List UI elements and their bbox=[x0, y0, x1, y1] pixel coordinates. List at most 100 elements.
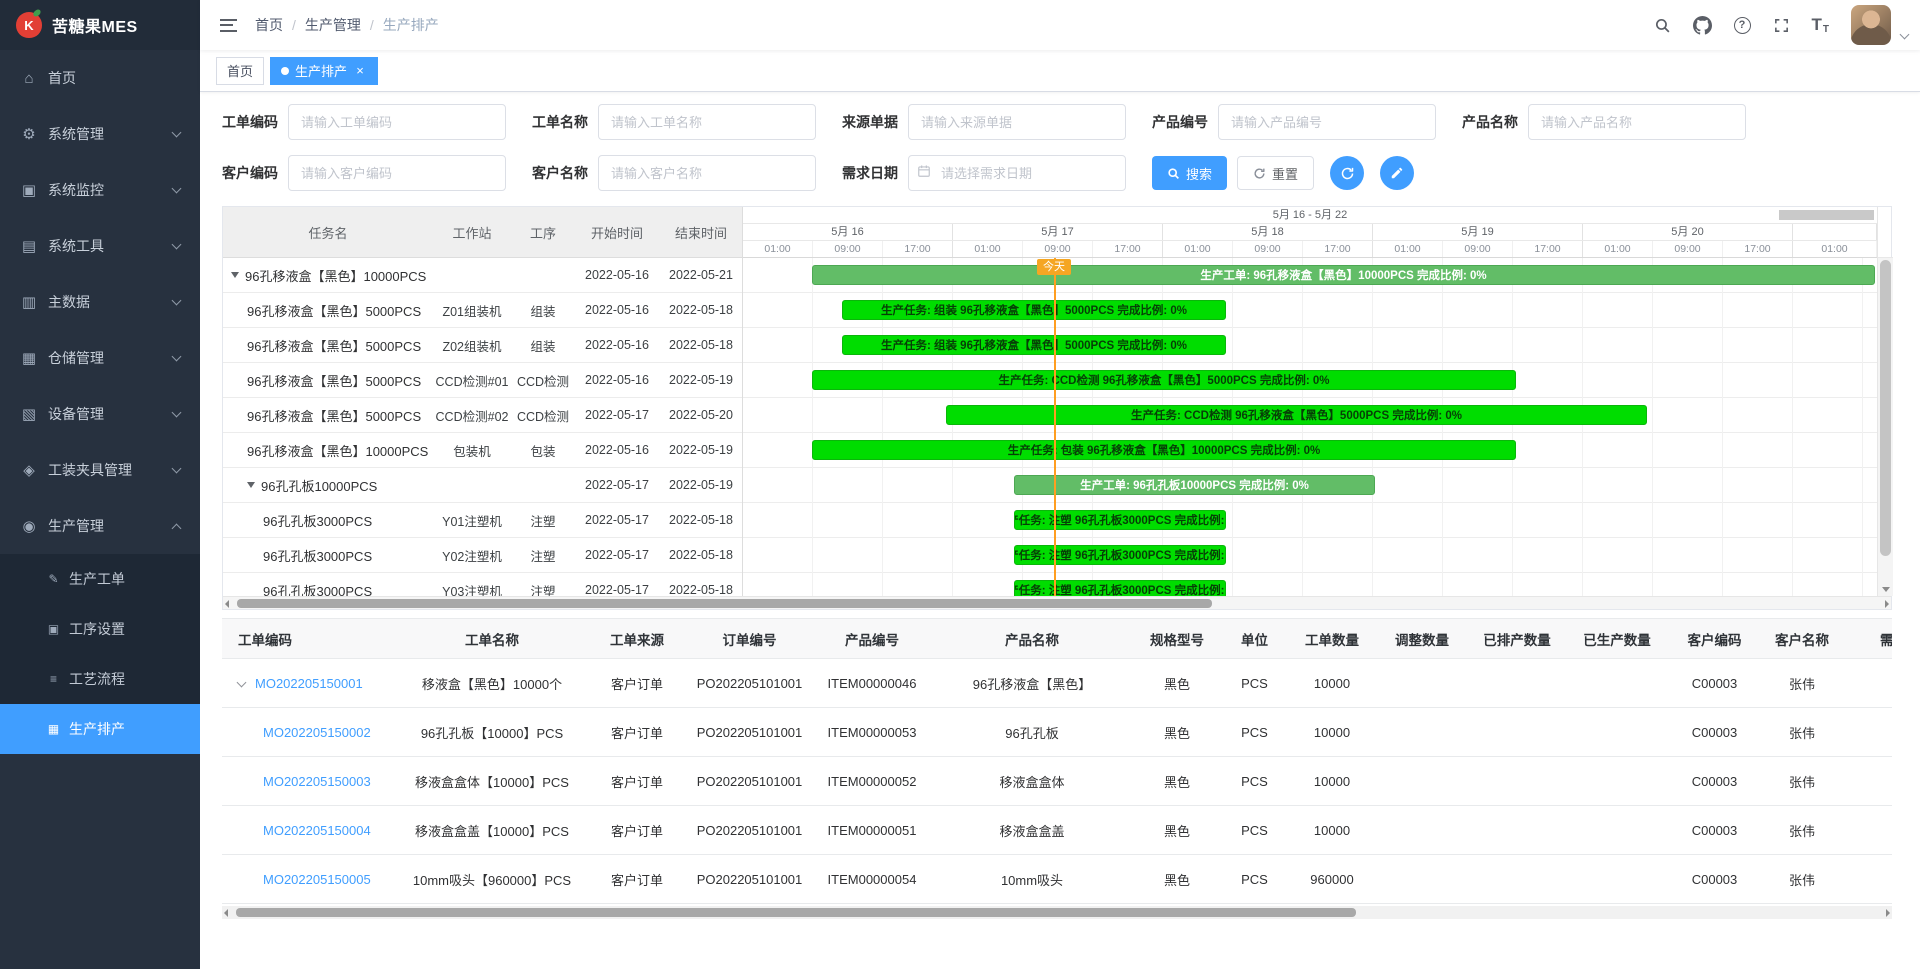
gantt-project-bar[interactable]: 生产工单: 96孔孔板10000PCS 完成比例: 0% bbox=[1014, 475, 1375, 495]
demand-date-input[interactable] bbox=[908, 155, 1126, 191]
sidebar-subitem-process-setting[interactable]: ▣工序设置 bbox=[0, 604, 200, 654]
gantt-project-bar[interactable]: 生产工单: 96孔移液盒【黑色】10000PCS 完成比例: 0% bbox=[812, 265, 1875, 285]
breadcrumb-item[interactable]: 生产管理 bbox=[305, 15, 361, 35]
gantt-task-bar[interactable]: 生产任务: 组装 96孔移液盒【黑色】5000PCS 完成比例: 0% bbox=[842, 300, 1226, 320]
gantt-horizontal-scrollbar[interactable] bbox=[223, 596, 1891, 609]
sidebar-item-system-admin[interactable]: ⚙系统管理 bbox=[0, 106, 200, 162]
gantt-task-bar[interactable]: 生产任务: CCD检测 96孔移液盒【黑色】5000PCS 完成比例: 0% bbox=[946, 405, 1647, 425]
gantt-grid-row[interactable]: 96孔孔板3000PCSY02注塑机注塑2022-05-172022-05-18 bbox=[223, 538, 742, 573]
scroll-left-icon[interactable] bbox=[225, 600, 229, 608]
sidebar-item-system-tools[interactable]: ▤系统工具 bbox=[0, 218, 200, 274]
table-cell: PCS bbox=[1222, 806, 1287, 855]
equipment-icon: ▧ bbox=[20, 405, 38, 423]
breadcrumb-item: 生产排产 bbox=[383, 15, 439, 35]
work-order-link[interactable]: MO202205150001 bbox=[255, 676, 363, 691]
customer-code-input[interactable] bbox=[288, 155, 506, 191]
gantt-task-bar[interactable]: 生产任务: 组装 96孔移液盒【黑色】5000PCS 完成比例: 0% bbox=[842, 335, 1226, 355]
table-row[interactable]: MO20220515000510mm吸头【960000】PCS客户订单PO202… bbox=[222, 855, 1892, 904]
product-name-input[interactable] bbox=[1528, 104, 1746, 140]
source-doc-input[interactable] bbox=[908, 104, 1126, 140]
sidebar-item-fixture[interactable]: ◈工装夹具管理 bbox=[0, 442, 200, 498]
avatar-caret-down-icon[interactable] bbox=[1900, 29, 1910, 39]
work-order-code-input[interactable] bbox=[288, 104, 506, 140]
breadcrumb-item[interactable]: 首页 bbox=[255, 15, 283, 35]
search-icon[interactable] bbox=[1654, 17, 1671, 34]
tab-scheduling[interactable]: 生产排产 bbox=[270, 57, 378, 85]
edit-button[interactable] bbox=[1380, 156, 1414, 190]
table-row[interactable]: MO20220515000296孔孔板【10000】PCS客户订单PO20220… bbox=[222, 708, 1892, 757]
timeline-scrollbar-thumb[interactable] bbox=[1779, 210, 1874, 220]
sidebar-subitem-work-order[interactable]: ✎生产工单 bbox=[0, 554, 200, 604]
gantt-grid-row[interactable]: 96孔移液盒【黑色】5000PCSCCD检测#01CCD检测2022-05-16… bbox=[223, 363, 742, 398]
app-logo[interactable]: K 苦糖果MES bbox=[0, 0, 200, 50]
gantt-grid-row[interactable]: 96孔移液盒【黑色】5000PCSZ01组装机组装2022-05-162022-… bbox=[223, 293, 742, 328]
gantt-cell: CCD检测#01 bbox=[433, 371, 511, 390]
tree-collapse-icon[interactable] bbox=[231, 272, 239, 278]
work-order-name-input[interactable] bbox=[598, 104, 816, 140]
sidebar-item-production[interactable]: ◉生产管理 bbox=[0, 498, 200, 554]
filter-field-work-order-name: 工单名称 bbox=[532, 104, 816, 140]
gantt-task-bar[interactable]: 生产任务: 注塑 96孔孔板3000PCS 完成比例: 0% bbox=[1014, 510, 1226, 530]
reset-button[interactable]: 重置 bbox=[1237, 156, 1314, 190]
gantt-cell: 2022-05-16 bbox=[575, 443, 659, 457]
scroll-down-icon[interactable] bbox=[1878, 582, 1893, 596]
gantt-grid-row[interactable]: 96孔孔板3000PCSY01注塑机注塑2022-05-172022-05-18 bbox=[223, 503, 742, 538]
customer-name-input[interactable] bbox=[598, 155, 816, 191]
task-name-text: 96孔移液盒【黑色】5000PCS bbox=[247, 301, 421, 320]
tab-home[interactable]: 首页 bbox=[216, 57, 264, 85]
sidebar-item-home[interactable]: ⌂首页 bbox=[0, 50, 200, 106]
scroll-right-icon[interactable] bbox=[1886, 909, 1890, 917]
horizontal-scrollbar-thumb[interactable] bbox=[237, 599, 1212, 608]
fullscreen-icon[interactable] bbox=[1773, 17, 1790, 34]
filter-field-demand-date: 需求日期 bbox=[842, 155, 1126, 191]
table-cell: 客户订单 bbox=[587, 855, 687, 904]
gantt-task-bar[interactable]: 生产任务: CCD检测 96孔移液盒【黑色】5000PCS 完成比例: 0% bbox=[812, 370, 1516, 390]
hamburger-icon[interactable] bbox=[216, 15, 241, 36]
scroll-right-icon[interactable] bbox=[1885, 600, 1889, 608]
search-button[interactable]: 搜索 bbox=[1152, 156, 1227, 190]
work-order-link[interactable]: MO202205150003 bbox=[263, 774, 371, 789]
table-horizontal-scrollbar[interactable] bbox=[222, 906, 1892, 919]
gantt-vertical-scrollbar[interactable] bbox=[1877, 207, 1893, 596]
chevron-up-icon bbox=[172, 523, 182, 533]
sidebar-item-equipment[interactable]: ▧设备管理 bbox=[0, 386, 200, 442]
work-order-link[interactable]: MO202205150004 bbox=[263, 823, 371, 838]
gantt-grid-row[interactable]: 96孔移液盒【黑色】10000PCS包装机包装2022-05-162022-05… bbox=[223, 433, 742, 468]
user-avatar[interactable] bbox=[1851, 5, 1891, 45]
table-row[interactable]: MO202205150004移液盒盒盖【10000】PCS客户订单PO20220… bbox=[222, 806, 1892, 855]
gantt-grid-row[interactable]: 96孔移液盒【黑色】10000PCS2022-05-162022-05-21 bbox=[223, 258, 742, 293]
gantt-grid-row[interactable]: 96孔移液盒【黑色】5000PCSCCD检测#02CCD检测2022-05-17… bbox=[223, 398, 742, 433]
timeline-hour-label: 01:00 bbox=[953, 241, 1023, 257]
timeline-day-label bbox=[1793, 224, 1877, 240]
github-icon[interactable] bbox=[1693, 16, 1712, 35]
table-row[interactable]: MO202205150003移液盒盒体【10000】PCS客户订单PO20220… bbox=[222, 757, 1892, 806]
gantt-grid-row[interactable]: 96孔孔板3000PCSY03注塑机注塑2022-05-172022-05-18 bbox=[223, 573, 742, 596]
gantt-task-bar[interactable]: 生产任务: 注塑 96孔孔板3000PCS 完成比例: 0% bbox=[1014, 545, 1226, 565]
sidebar-item-system-monitor[interactable]: ▣系统监控 bbox=[0, 162, 200, 218]
work-order-link[interactable]: MO202205150005 bbox=[263, 872, 371, 887]
gantt-task-bar[interactable]: 生产任务: 包装 96孔移液盒【黑色】10000PCS 完成比例: 0% bbox=[812, 440, 1516, 460]
close-tab-icon[interactable] bbox=[353, 64, 367, 78]
sidebar: K 苦糖果MES ⌂首页⚙系统管理▣系统监控▤系统工具▥主数据▦仓储管理▧设备管… bbox=[0, 0, 200, 969]
table-row[interactable]: MO202205150001移液盒【黑色】10000个客户订单PO2022051… bbox=[222, 659, 1892, 708]
gantt-cell: 2022-05-18 bbox=[659, 548, 742, 562]
sidebar-item-warehouse[interactable]: ▦仓储管理 bbox=[0, 330, 200, 386]
help-icon[interactable] bbox=[1734, 17, 1751, 34]
table-scrollbar-thumb[interactable] bbox=[236, 908, 1356, 917]
work-order-code-cell: MO202205150001 bbox=[222, 659, 397, 708]
font-size-icon[interactable] bbox=[1812, 15, 1830, 35]
tree-collapse-icon[interactable] bbox=[247, 482, 255, 488]
vertical-scrollbar-thumb[interactable] bbox=[1880, 260, 1891, 556]
scroll-left-icon[interactable] bbox=[224, 909, 228, 917]
gantt-grid-row[interactable]: 96孔孔板10000PCS2022-05-172022-05-19 bbox=[223, 468, 742, 503]
work-order-link[interactable]: MO202205150002 bbox=[263, 725, 371, 740]
sidebar-subitem-scheduling[interactable]: ▦生产排产 bbox=[0, 704, 200, 754]
refresh-gantt-button[interactable] bbox=[1330, 156, 1364, 190]
sidebar-subitem-process-flow[interactable]: ≡工艺流程 bbox=[0, 654, 200, 704]
sidebar-item-master-data[interactable]: ▥主数据 bbox=[0, 274, 200, 330]
gantt-column-header: 任务名 bbox=[223, 223, 433, 242]
row-expand-icon[interactable] bbox=[237, 677, 247, 687]
product-code-input[interactable] bbox=[1218, 104, 1436, 140]
gantt-task-bar[interactable]: 生产任务: 注塑 96孔孔板3000PCS 完成比例: 0% bbox=[1014, 580, 1226, 596]
gantt-grid-row[interactable]: 96孔移液盒【黑色】5000PCSZ02组装机组装2022-05-162022-… bbox=[223, 328, 742, 363]
